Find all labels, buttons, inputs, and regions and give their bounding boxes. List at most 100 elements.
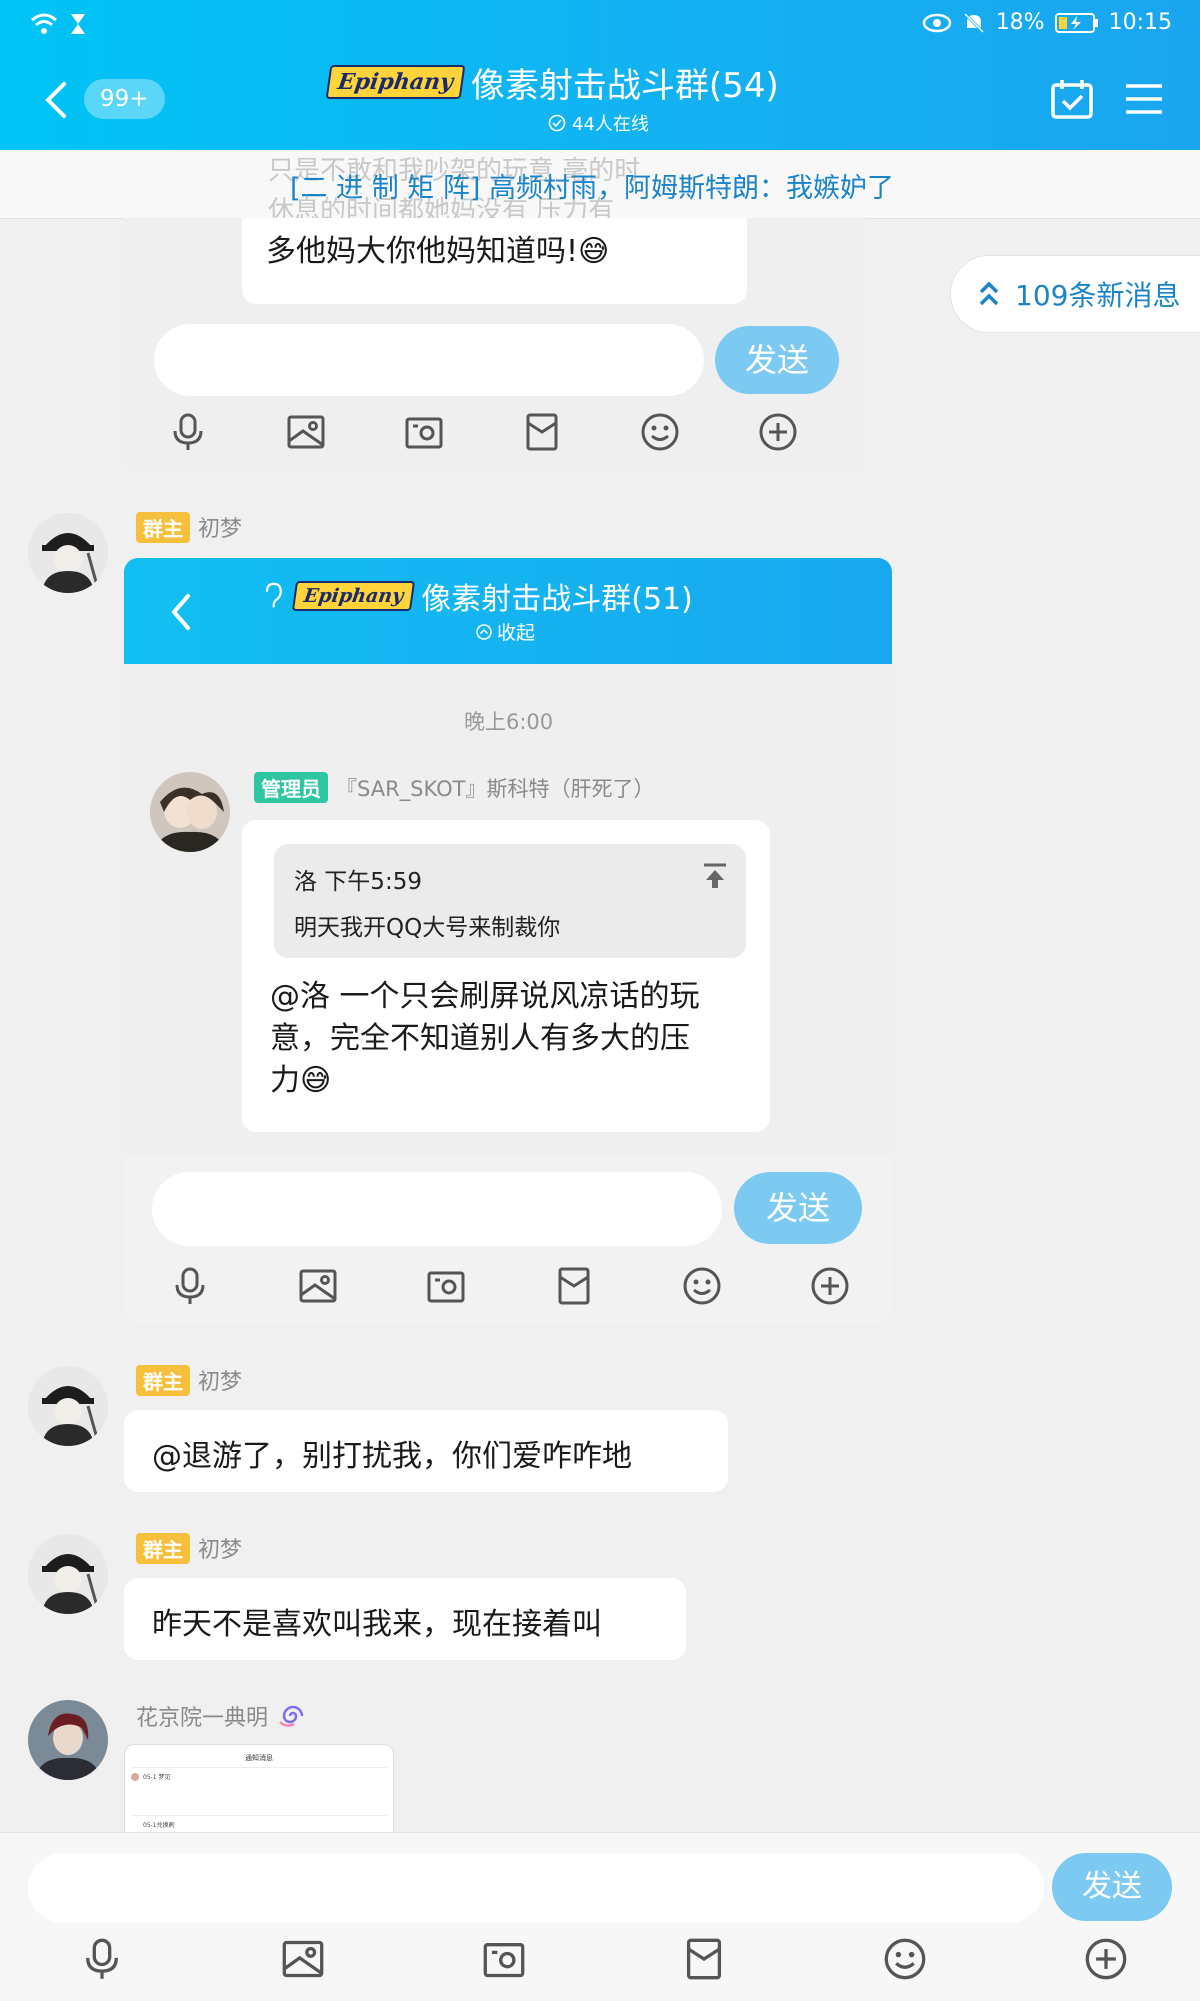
image-icon: [299, 1269, 337, 1303]
avatar[interactable]: [28, 1700, 108, 1780]
avatar[interactable]: [28, 513, 108, 593]
thumb-divider: [131, 1767, 387, 1768]
clock: 10:15: [1108, 10, 1172, 35]
sender-line: 群主 初梦: [136, 511, 242, 543]
camera-icon[interactable]: [482, 1937, 526, 1981]
avatar[interactable]: [28, 1366, 108, 1446]
brand-logo: Epiphany: [325, 65, 466, 99]
sender-line: 花京院一典明: [136, 1700, 310, 1732]
chat-title[interactable]: Epiphany 像素射击战斗群(54): [320, 62, 779, 106]
owner-badge: 群主: [136, 1364, 190, 1396]
send-button[interactable]: 发送: [1052, 1853, 1172, 1921]
avatar-owner-image: [28, 1534, 108, 1614]
mute-bell-icon: [963, 12, 984, 33]
hourglass-icon: [71, 14, 85, 34]
thumb-item: 05-1 梦见: [143, 1774, 171, 1781]
online-check-icon: [548, 114, 566, 132]
menu-icon[interactable]: [1124, 82, 1164, 116]
avatar-admin-image: [150, 772, 230, 852]
ear-icon: [265, 582, 282, 608]
microphone-icon: [173, 413, 203, 450]
online-count: 44人在线: [548, 110, 649, 136]
thumb-title: 通知消息: [245, 1754, 273, 1762]
camera-icon: [405, 417, 443, 449]
sender-name[interactable]: 花京院一典明: [136, 1700, 268, 1732]
owner-badge: 群主: [136, 511, 190, 543]
thumb-divider: [131, 1815, 387, 1816]
screenshot-group-title: 像素射击战斗群(51): [421, 582, 693, 617]
chat-header: 18% 10:15 99+ Epiphany 像素射击战斗群(54) 44人在线: [0, 0, 1200, 150]
screenshot-reply-bubble: 洛 下午5:59 明天我开QQ大号来制裁你 @洛 一个只会刷屏说风凉话的玩 意，…: [242, 820, 770, 1132]
message-text: 昨天不是喜欢叫我来，现在接着叫: [152, 1607, 602, 1642]
group-notice-bar[interactable]: 只是不敢和我吵架的玩意 毫的时 休息的时间都她妈没有 压力有 [二 进 制 矩 …: [0, 150, 1200, 226]
status-right: 18% 10:15: [922, 10, 1172, 35]
plus-icon: [759, 413, 797, 451]
eye-comfort-icon: [922, 13, 951, 32]
reply-text: @洛 一个只会刷屏说风凉话的玩 意，完全不知道别人有多大的压 力😅: [270, 976, 700, 1102]
quoted-message: 洛 下午5:59 明天我开QQ大号来制裁你: [274, 844, 746, 958]
shared-screenshot-image[interactable]: 多他妈大你他妈知道吗!😅 发送: [124, 218, 866, 470]
brand-logo: Epiphany: [291, 581, 416, 611]
avatar-owner-image: [28, 513, 108, 593]
screenshot-header: Epiphany 像素射击战斗群(51) 收起: [124, 558, 892, 664]
red-packet-icon: [558, 1267, 590, 1305]
screenshot-message-bubble: 多他妈大你他妈知道吗!😅: [242, 218, 747, 304]
admin-badge: 管理员: [254, 772, 328, 803]
quote-text: 明天我开QQ大号来制裁你: [294, 915, 561, 941]
sender-name[interactable]: 初梦: [198, 1532, 242, 1564]
sender-line: 群主 初梦: [136, 1364, 242, 1396]
message-text: @退游了，别打扰我，你们爱咋咋地: [152, 1439, 632, 1474]
screenshot-send-button: 发送: [715, 326, 839, 394]
owner-badge: 群主: [136, 1532, 190, 1564]
avatar-member-image: [28, 1700, 108, 1780]
avatar[interactable]: [28, 1534, 108, 1614]
battery-icon: [1054, 12, 1098, 33]
camera-icon: [427, 1271, 465, 1303]
image-icon: [287, 415, 325, 449]
sender-name[interactable]: 初梦: [198, 511, 242, 543]
thumb-avatar: [131, 1773, 139, 1781]
message-input[interactable]: [28, 1853, 1044, 1923]
composer-toolbar: [80, 1937, 1128, 1981]
screenshot-sender-line: 管理员 『SAR_SKOT』斯科特（肝死了）: [254, 772, 655, 803]
double-chevron-up-icon: [979, 281, 999, 306]
status-bar: 18% 10:15: [0, 0, 1200, 50]
emoji-icon[interactable]: [883, 1937, 927, 1981]
reply-line: 力😅: [270, 1063, 332, 1098]
plus-icon: [811, 1267, 849, 1305]
screenshot-input: [152, 1172, 722, 1246]
sender-name[interactable]: 初梦: [198, 1364, 242, 1396]
collapse-icon: [476, 623, 492, 640]
screenshot-collapse: 收起: [476, 618, 535, 645]
image-icon[interactable]: [281, 1937, 325, 1981]
screenshot-message-text: 多他妈大你他妈知道吗!😅: [266, 234, 610, 269]
collapse-label: 收起: [497, 622, 536, 644]
new-messages-button[interactable]: 109条新消息: [950, 255, 1200, 333]
microphone-icon[interactable]: [80, 1937, 124, 1981]
avatar: [150, 772, 230, 852]
message-bubble[interactable]: 昨天不是喜欢叫我来，现在接着叫: [124, 1578, 686, 1660]
microphone-icon: [175, 1267, 205, 1304]
reply-line: @洛 一个只会刷屏说风凉话的玩: [270, 979, 700, 1014]
screenshot-send-button: 发送: [734, 1172, 862, 1244]
calendar-check-icon[interactable]: [1050, 78, 1094, 120]
red-packet-icon[interactable]: [682, 1937, 726, 1981]
back-arrow-icon[interactable]: [38, 78, 74, 122]
back-arrow-icon: [171, 594, 190, 630]
screenshot-toolbar: [168, 412, 798, 452]
screenshot-composer: 发送: [124, 1156, 892, 1323]
image-message-thumbnail[interactable]: 通知消息 05-1 梦见 05-1兑换刷: [124, 1744, 394, 1834]
message-bubble[interactable]: @退游了，别打扰我，你们爱咋咋地: [124, 1410, 728, 1492]
screenshot-toolbar: [170, 1266, 850, 1306]
unread-count-badge[interactable]: 99+: [84, 79, 165, 119]
plus-icon[interactable]: [1084, 1937, 1128, 1981]
battery-percent: 18%: [995, 10, 1045, 35]
shared-screenshot-image[interactable]: Epiphany 像素射击战斗群(51) 收起 晚上6:00 管理员 『SAR_…: [124, 558, 892, 1323]
group-title: 像素射击战斗群(54): [470, 65, 779, 106]
red-packet-icon: [526, 413, 558, 451]
spiral-badge-icon: [279, 1705, 304, 1727]
emoji-icon: [641, 413, 679, 451]
thumb-item: 05-1兑换刷: [143, 1822, 175, 1829]
message-composer: 发送: [0, 1832, 1200, 2001]
online-label: 44人在线: [572, 114, 649, 135]
